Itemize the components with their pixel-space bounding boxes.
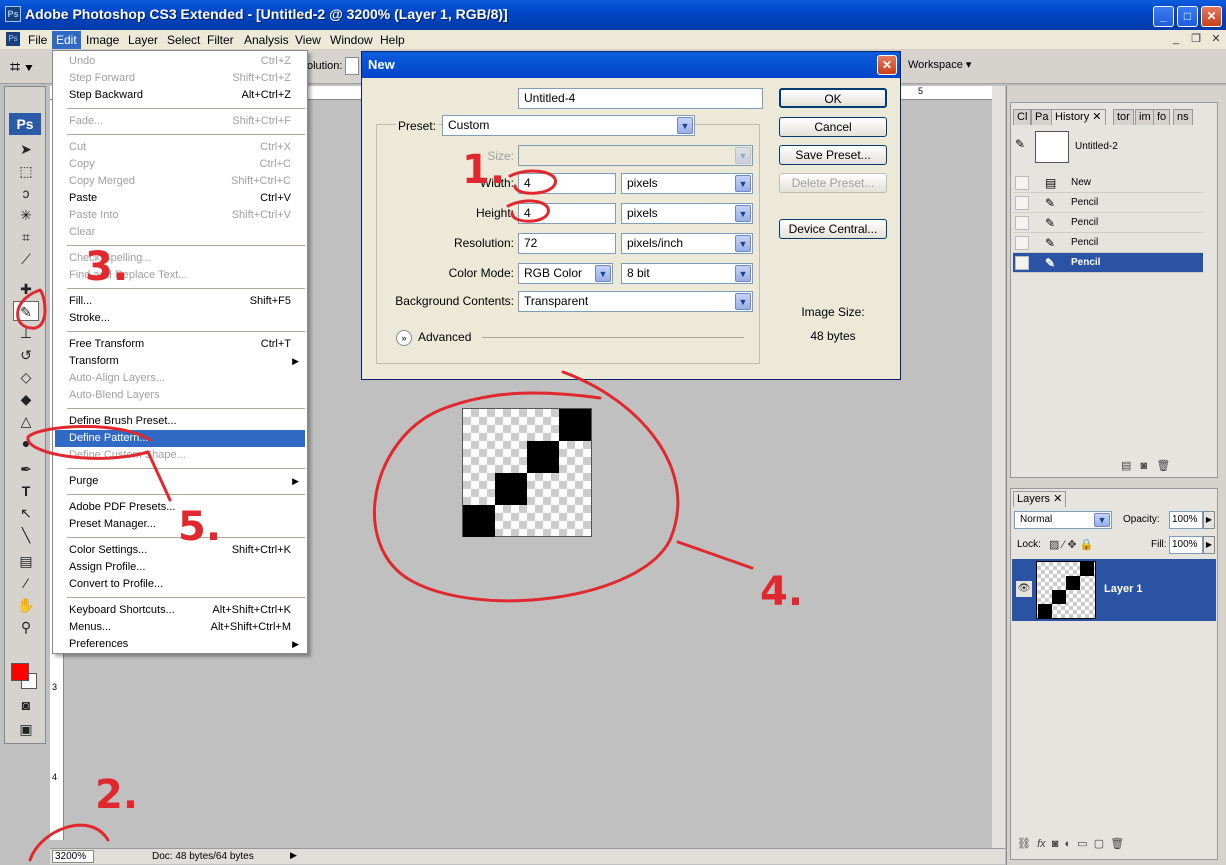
width-circle-annotation — [508, 169, 557, 195]
annotation-1: 1. — [462, 147, 505, 193]
pattern-pointer-annotation — [146, 450, 172, 502]
canvas-circle-annotation — [373, 370, 680, 603]
annotation-4: 4. — [760, 569, 803, 615]
annotation-3: 3. — [85, 244, 128, 290]
define-pattern-circle-annotation — [26, 425, 152, 460]
arrow-line-annotation — [676, 540, 754, 570]
pencil-circle-annotation — [16, 288, 47, 330]
annotation-layer: 1. 2. 3. 4. 5. — [16, 147, 803, 862]
zoom-circle-annotation — [28, 823, 110, 862]
height-circle-annotation — [506, 199, 550, 223]
annotation-2: 2. — [95, 772, 138, 818]
annotation-5: 5. — [178, 504, 221, 550]
